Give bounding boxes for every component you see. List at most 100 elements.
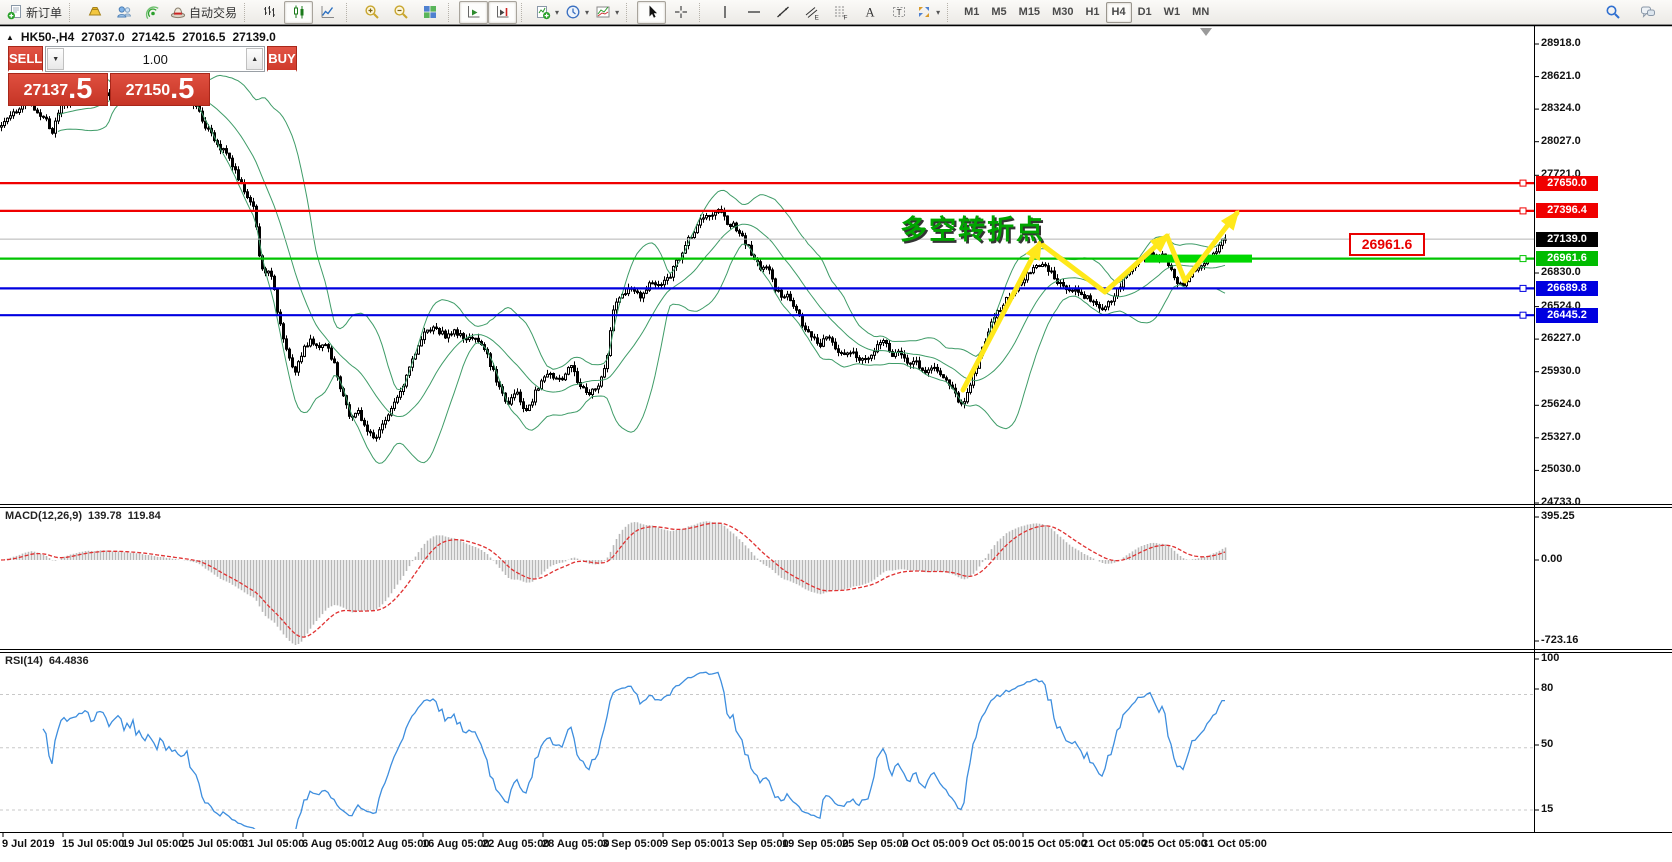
date-axis-label: 13 Sep 05:00	[722, 838, 789, 850]
date-axis-label: 2 Oct 05:00	[902, 838, 961, 850]
zoom-in-button[interactable]	[357, 1, 386, 24]
date-axis-label: 22 Aug 05:00	[482, 838, 550, 850]
new-order-button[interactable]: 新订单	[4, 1, 65, 24]
chart-shift-button[interactable]	[488, 0, 518, 24]
level-line-26961.6[interactable]	[0, 255, 1534, 263]
timeframe-h4-button[interactable]: H4	[1105, 1, 1132, 23]
date-axis-label: 9 Sep 05:00	[662, 838, 723, 850]
buy-button[interactable]: BUY	[267, 46, 297, 72]
rsi-axis-tick: 15	[1541, 803, 1554, 815]
timeframe-m30-button[interactable]: M30	[1046, 2, 1079, 23]
level-line-27650.0[interactable]	[0, 179, 1534, 187]
search-button[interactable]	[1598, 1, 1627, 24]
macd-histogram	[3, 521, 1227, 645]
trading-signals-button[interactable]	[138, 1, 167, 24]
date-axis-label: 28 Aug 05:00	[542, 838, 610, 850]
date-axis-label: 25 Sep 05:00	[842, 838, 909, 850]
text-tool-button[interactable]: A	[855, 1, 884, 24]
sell-price-button[interactable]: 27137.5	[8, 73, 108, 106]
timeframe-mn-button[interactable]: MN	[1186, 2, 1215, 23]
price-axis-tick: 25624.0	[1541, 398, 1581, 411]
auto-scroll-button[interactable]	[459, 0, 489, 24]
collapse-icon[interactable]: ▲	[6, 33, 14, 42]
toolbar-separator	[626, 2, 634, 22]
svg-text:E: E	[814, 15, 819, 21]
price-axis-tick: 25030.0	[1541, 463, 1581, 476]
level-line-26689.8[interactable]	[0, 284, 1534, 292]
ohlc-high: 27142.5	[131, 30, 176, 44]
timeframe-w1-button[interactable]: W1	[1158, 2, 1187, 23]
indicators-button[interactable]: ▾	[532, 1, 562, 24]
buy-price-dec: .5	[170, 73, 195, 105]
timeframe-d1-button[interactable]: D1	[1132, 2, 1158, 23]
timeframe-m15-button[interactable]: M15	[1013, 2, 1046, 23]
ohlc-low: 27016.5	[182, 30, 226, 44]
trend-annotation-text[interactable]: 多空转折点	[900, 208, 1045, 247]
candlestick-chart-button[interactable]	[284, 0, 314, 24]
volume-input[interactable]	[65, 47, 246, 71]
vertical-line-button[interactable]	[710, 1, 739, 24]
rsi-axis-tick: 100	[1541, 652, 1560, 664]
volume-decrease-button[interactable]: ▼	[47, 48, 65, 70]
level-line-26445.2[interactable]	[0, 311, 1534, 319]
cursor-button[interactable]	[637, 0, 667, 24]
chat-button[interactable]	[1633, 1, 1662, 24]
ohlc-open: 27037.0	[81, 30, 125, 44]
crosshair-button[interactable]	[666, 1, 695, 24]
price-level-badge: 27396.4	[1536, 203, 1598, 219]
price-chart[interactable]	[0, 0, 1672, 862]
templates-button[interactable]: ▾	[592, 1, 622, 24]
timeframe-m1-button[interactable]: M1	[958, 2, 985, 23]
chart-header: ▲ HK50-,H4 27037.0 27142.5 27016.5 27139…	[6, 30, 276, 44]
sell-price-int: 27137	[23, 82, 69, 99]
candlesticks	[0, 85, 1227, 442]
rsi-axis-tick: 80	[1541, 682, 1554, 694]
date-axis-label: 16 Aug 05:00	[422, 838, 490, 850]
svg-text:F: F	[843, 15, 847, 21]
volume-increase-button[interactable]: ▲	[246, 48, 264, 70]
volume-control: ▼ ▲	[45, 46, 266, 72]
trendline-button[interactable]	[768, 1, 797, 24]
date-axis-label: 6 Aug 05:00	[302, 838, 364, 850]
arrows-tool-button[interactable]: ▾	[913, 1, 943, 24]
date-axis-label: 15 Oct 05:00	[1022, 838, 1087, 850]
price-axis-tick: 28918.0	[1541, 36, 1581, 49]
macd-axis-tick: 395.25	[1541, 510, 1575, 522]
periods-button[interactable]: ▾	[562, 1, 592, 24]
timeframe-h1-button[interactable]: H1	[1079, 2, 1105, 23]
market-watch-button[interactable]	[80, 1, 109, 24]
sell-button[interactable]: SELL	[8, 46, 44, 72]
price-level-badge: 26689.8	[1536, 280, 1598, 296]
price-callout-box[interactable]: 26961.6	[1349, 233, 1425, 256]
macd-signal-line	[0, 522, 1226, 638]
toolbar-separator	[699, 2, 707, 22]
autotrading-button[interactable]: 自动交易	[167, 1, 240, 24]
toolbar: 新订单 自动交易 ▾ ▾ ▾ E F A T ▾ M1 M5 M15 M30 H1 H4 D1 W1 MN	[0, 0, 1672, 25]
buy-price-button[interactable]: 27150.5	[110, 73, 210, 106]
zoom-out-button[interactable]	[386, 1, 415, 24]
price-axis-tick: 25327.0	[1541, 430, 1581, 443]
date-axis-label: 21 Oct 05:00	[1082, 838, 1147, 850]
price-axis-tick: 25930.0	[1541, 364, 1581, 377]
date-axis-label: 19 Sep 05:00	[782, 838, 849, 850]
rsi-indicator-label: RSI(14) 64.4836	[5, 655, 89, 667]
bar-chart-button[interactable]	[255, 1, 284, 24]
tile-windows-button[interactable]	[415, 1, 444, 24]
text-label-tool-button[interactable]: T	[884, 1, 913, 24]
line-chart-button[interactable]	[313, 1, 342, 24]
equidistant-channel-button[interactable]: E	[797, 1, 826, 24]
buy-price-int: 27150	[125, 82, 171, 99]
price-axis-tick: 28027.0	[1541, 134, 1581, 147]
toolbar-separator	[244, 2, 252, 22]
level-line-27396.4[interactable]	[0, 207, 1534, 215]
date-axis-label: 9 Oct 05:00	[962, 838, 1021, 850]
horizontal-line-button[interactable]	[739, 1, 768, 24]
price-axis-tick: 28324.0	[1541, 102, 1581, 115]
mql5-community-button[interactable]	[109, 1, 138, 24]
chart-shift-marker-icon[interactable]	[1200, 28, 1212, 36]
date-axis-label: 12 Aug 05:00	[362, 838, 430, 850]
fibonacci-retracement-button[interactable]: F	[826, 1, 855, 24]
timeframe-m5-button[interactable]: M5	[985, 2, 1012, 23]
symbol-period: HK50-,H4	[20, 30, 75, 44]
date-axis-label: 3 Sep 05:00	[602, 838, 663, 850]
